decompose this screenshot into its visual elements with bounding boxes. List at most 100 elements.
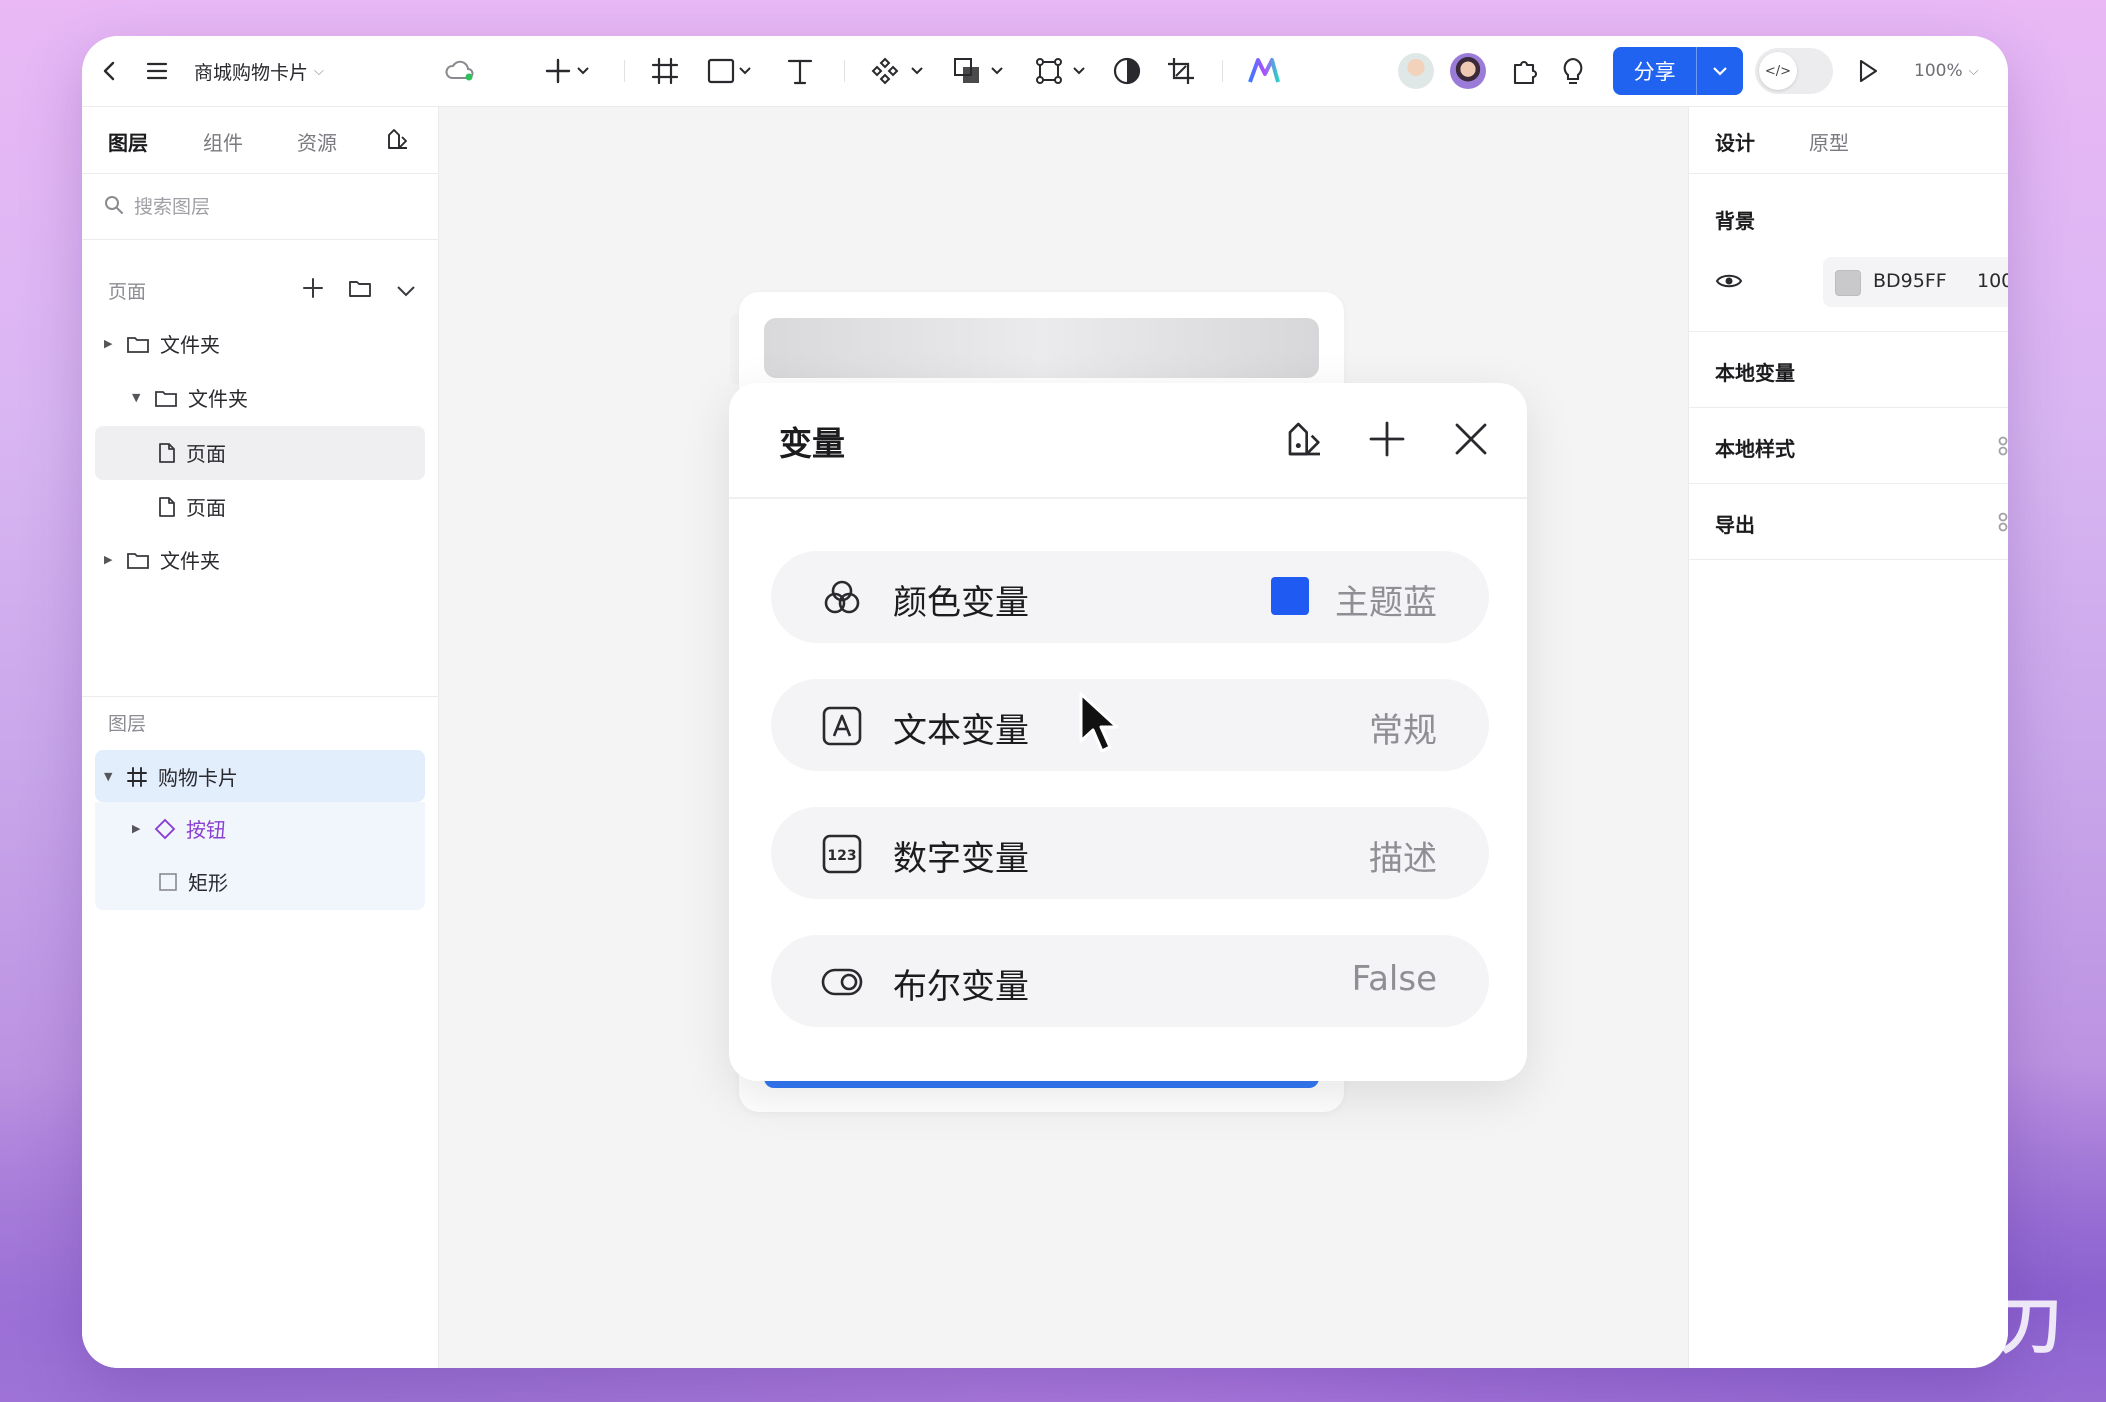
variable-label: 布尔变量: [893, 967, 1029, 1007]
zoom-control[interactable]: 100% ⌵: [1914, 36, 1978, 106]
page-folder-label: 文件夹: [188, 387, 248, 411]
document-title[interactable]: 商城购物卡片 ⌵: [194, 36, 324, 106]
folder-icon: [126, 550, 150, 570]
left-panel: 图层 组件 资源 搜索图层 页面 ▶ 文件夹 ▼ 文件夹 页面 页面 ▶ 文件夹…: [82, 107, 439, 1368]
pages-section-title: 页面: [108, 281, 147, 303]
caret-right-icon: ▶: [132, 822, 141, 835]
collapse-pages-icon[interactable]: [396, 282, 416, 301]
caret-right-icon: ▶: [104, 337, 113, 350]
code-icon: </>: [1759, 52, 1797, 90]
search-input[interactable]: 搜索图层: [134, 192, 210, 219]
theme-palette-icon[interactable]: [386, 127, 410, 155]
plugins-icon[interactable]: [1510, 36, 1538, 106]
menu-icon[interactable]: [146, 36, 168, 106]
dev-mode-toggle[interactable]: </>: [1755, 48, 1833, 94]
avatar: [1450, 53, 1486, 89]
variables-modal: 变量 颜色变量 主题蓝 文本变量 常规 123 数字变量 描述 布尔变量 Fal…: [729, 383, 1527, 1081]
share-dropdown-chevron-icon[interactable]: [1696, 47, 1743, 95]
right-panel: 设计 原型 背景 BD95FF 100 % 本地变量 本地样式 导出: [1688, 107, 2008, 1368]
layer-search[interactable]: 搜索图层: [104, 187, 210, 223]
layer-label: 按钮: [186, 818, 226, 842]
chevron-down-icon: ⌵: [1968, 63, 1979, 79]
local-variables-title[interactable]: 本地变量: [1715, 357, 1795, 386]
layers-section-title: 图层: [108, 713, 147, 735]
ai-plugin-icon[interactable]: [1246, 36, 1282, 106]
variable-value: 描述: [1369, 839, 1437, 879]
vector-tool[interactable]: [1034, 36, 1090, 106]
variable-row-color[interactable]: 颜色变量 主题蓝: [771, 551, 1489, 643]
card-image-placeholder[interactable]: [764, 318, 1319, 378]
document-title-text: 商城购物卡片: [194, 61, 309, 84]
page-folder-2[interactable]: ▼ 文件夹: [132, 383, 248, 412]
frame-tool-icon[interactable]: [650, 36, 680, 106]
theme-palette-icon[interactable]: [1285, 419, 1325, 463]
left-tabs: 图层 组件 资源: [82, 107, 438, 174]
background-color-field[interactable]: BD95FF 100 %: [1823, 257, 2008, 307]
layer-rectangle[interactable]: 矩形: [158, 867, 228, 896]
mask-tool-icon[interactable]: [1112, 36, 1142, 106]
tab-components[interactable]: 组件: [203, 127, 243, 156]
component-tool[interactable]: [870, 36, 926, 106]
background-hex-value[interactable]: BD95FF: [1873, 270, 1947, 292]
share-button-label: 分享: [1633, 60, 1676, 84]
rectangle-tool[interactable]: [706, 36, 752, 106]
color-variable-icon: [821, 577, 863, 623]
add-tool[interactable]: [544, 36, 590, 106]
variable-row-text[interactable]: 文本变量 常规: [771, 679, 1489, 771]
caret-down-icon: ▼: [104, 770, 113, 783]
background-opacity-value[interactable]: 100: [1977, 270, 2008, 292]
variable-row-boolean[interactable]: 布尔变量 False: [771, 935, 1489, 1027]
text-tool-icon[interactable]: [786, 36, 814, 106]
close-icon[interactable]: [1451, 419, 1491, 463]
tab-assets[interactable]: 资源: [297, 127, 337, 156]
variable-value: False: [1351, 959, 1437, 999]
add-variable-icon[interactable]: [1367, 419, 1407, 463]
ideas-icon[interactable]: [1560, 36, 1586, 106]
variable-row-number[interactable]: 123 数字变量 描述: [771, 807, 1489, 899]
variable-label: 数字变量: [893, 839, 1029, 879]
selected-page-highlight: [95, 426, 425, 480]
watermark-text: 知乎 @墨刀: [1720, 1289, 2064, 1362]
visibility-eye-icon[interactable]: [1715, 271, 1743, 295]
play-icon[interactable]: [1856, 36, 1880, 106]
cloud-sync-icon[interactable]: [444, 36, 474, 106]
layer-shopping-card[interactable]: ▼ 购物卡片: [104, 762, 238, 791]
number-variable-icon: 123: [821, 833, 863, 879]
frame-icon: [126, 766, 148, 788]
zoom-level: 100%: [1914, 61, 1963, 81]
styles-grid-icon[interactable]: [1997, 435, 2008, 461]
layer-label: 购物卡片: [158, 766, 238, 790]
avatar-user-1[interactable]: [1398, 36, 1434, 106]
page-folder-label: 文件夹: [160, 549, 220, 573]
avatar-user-2[interactable]: [1450, 36, 1486, 106]
share-button[interactable]: 分享: [1613, 47, 1743, 95]
page-folder-label: 文件夹: [160, 333, 220, 357]
add-page-icon[interactable]: [302, 277, 324, 303]
tab-prototype[interactable]: 原型: [1809, 127, 1849, 156]
rectangle-icon: [158, 872, 178, 892]
boolean-tool[interactable]: [952, 36, 1008, 106]
variable-label: 颜色变量: [893, 583, 1029, 623]
tab-layers[interactable]: 图层: [108, 127, 148, 156]
tab-design[interactable]: 设计: [1715, 127, 1755, 156]
add-folder-icon[interactable]: [348, 278, 372, 302]
crop-tool-icon[interactable]: [1166, 36, 1196, 106]
page-item-2[interactable]: 页面: [158, 492, 226, 521]
chevron-down-icon: ⌵: [314, 63, 324, 79]
search-icon: [105, 196, 123, 214]
layer-button-component[interactable]: ▶ 按钮: [132, 814, 226, 843]
text-variable-icon: [821, 705, 863, 751]
background-section-title: 背景: [1715, 209, 1755, 233]
avatar: [1398, 53, 1434, 89]
background-color-swatch[interactable]: [1835, 270, 1861, 296]
variable-value: 常规: [1369, 711, 1437, 751]
variable-label: 文本变量: [893, 711, 1029, 751]
back-icon[interactable]: [100, 36, 120, 106]
export-grid-icon[interactable]: [1997, 511, 2008, 537]
component-icon: [154, 818, 176, 840]
page-item-1[interactable]: 页面: [158, 438, 226, 467]
page-icon: [158, 496, 176, 518]
local-styles-title: 本地样式: [1715, 437, 1795, 461]
page-folder-3[interactable]: ▶ 文件夹: [104, 545, 220, 574]
page-folder-1[interactable]: ▶ 文件夹: [104, 329, 220, 358]
